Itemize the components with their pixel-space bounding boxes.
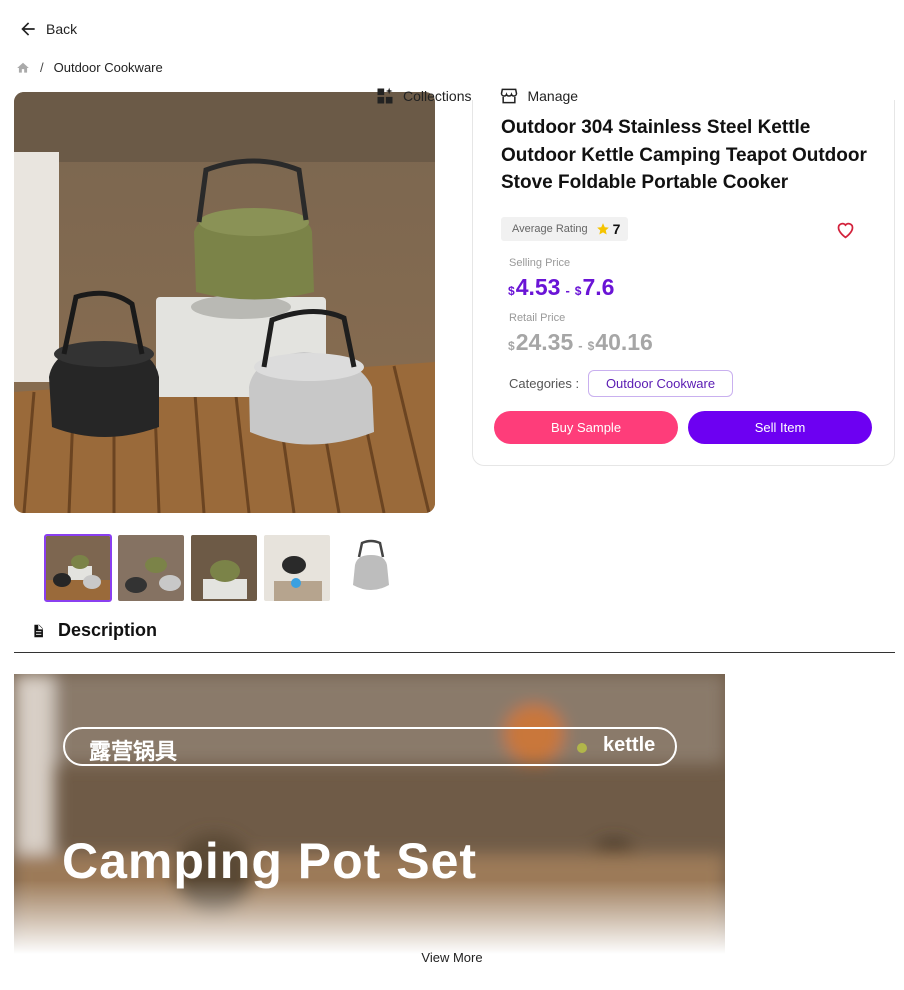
thumbnail-strip [44,534,404,602]
heart-icon [837,222,854,239]
thumbnail[interactable] [336,534,404,602]
selling-price: $ 4.53 - $ 7.6 [508,274,614,301]
home-icon[interactable] [16,61,30,75]
selling-price-label: Selling Price [509,257,571,269]
categories-label: Categories : [509,376,580,391]
sell-item-button[interactable]: Sell Item [688,411,872,444]
range-separator: - [578,338,583,353]
currency-symbol: $ [508,339,515,353]
buy-sample-button[interactable]: Buy Sample [494,411,678,444]
dashboard-add-icon [377,87,393,104]
document-icon [33,623,44,638]
description-heading: Description [58,620,158,640]
banner-fade [14,880,725,954]
selling-price-min: 4.53 [515,274,561,300]
favorite-button[interactable] [835,219,856,245]
currency-symbol: $ [508,284,515,298]
product-title: Outdoor 304 Stainless Steel Kettle Outdo… [501,117,867,193]
breadcrumb-separator: / [40,60,44,75]
retail-price: $ 24.35 - $ 40.16 [508,329,653,356]
rating-value: 7 [612,221,621,237]
collections-label: Collections [403,88,472,104]
breadcrumb-current[interactable]: Outdoor Cookware [54,60,163,75]
category-chip[interactable]: Outdoor Cookware [588,370,733,397]
currency-symbol: $ [587,339,595,353]
view-more-button[interactable]: View More [0,950,904,965]
retail-price-min: 24.35 [515,329,574,355]
selling-price-max: 7.6 [582,274,615,300]
average-rating-badge: Average Rating 7 [501,217,629,241]
rating-label: Average Rating [512,223,588,235]
star-icon [596,223,609,235]
back-button[interactable]: Back [18,19,77,39]
thumbnail[interactable] [190,534,258,602]
product-main-image [14,92,435,513]
banner-tag-cn: 露营锅具 [89,739,178,764]
breadcrumb: / Outdoor Cookware [16,60,163,75]
banner-tag-en: kettle [603,734,656,756]
arrow-left-icon [21,22,35,36]
currency-symbol: $ [574,284,582,298]
back-label: Back [46,21,78,37]
banner-tag-dot [577,743,587,753]
thumbnail[interactable] [44,534,112,602]
retail-price-label: Retail Price [509,312,566,324]
range-separator: - [565,283,570,298]
retail-price-max: 40.16 [595,329,653,355]
divider [14,652,895,653]
collections-button[interactable]: Collections [375,86,471,106]
thumbnail[interactable] [117,534,185,602]
banner-tag: 露营锅具 kettle [63,727,677,766]
thumbnail[interactable] [263,534,331,602]
description-header: Description [30,620,157,641]
